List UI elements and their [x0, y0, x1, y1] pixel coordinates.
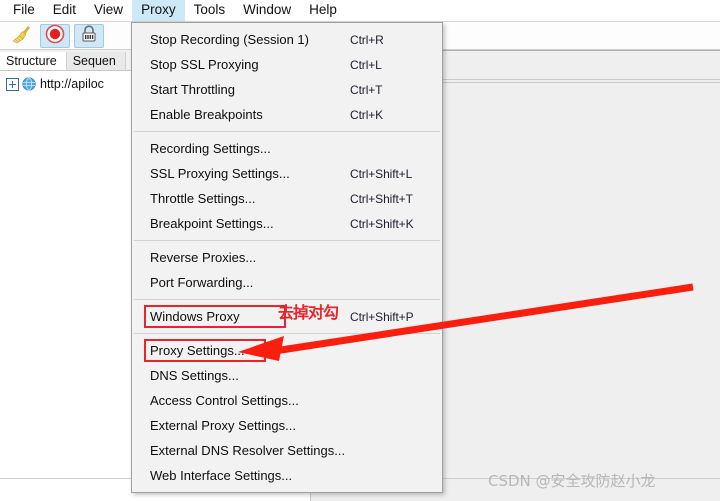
menu-item-label: Start Throttling: [150, 82, 236, 97]
annotation-note: 去掉对勾: [278, 303, 339, 322]
menu-item-label: Recording Settings...: [150, 141, 271, 156]
charles-proxy-window: File Edit View Proxy Tools Window Help S…: [0, 0, 720, 501]
menu-item-shortcut: Ctrl+Shift+P: [350, 309, 414, 324]
menubar-item-edit[interactable]: Edit: [44, 0, 85, 21]
menu-item-label: Proxy Settings...: [150, 343, 245, 358]
menu-item-label: Breakpoint Settings...: [150, 216, 274, 231]
menubar-item-view[interactable]: View: [85, 0, 132, 21]
menu-separator: [134, 131, 440, 132]
tree-item-label: http://apiloc: [40, 77, 104, 91]
menu-item-shortcut: Ctrl+Shift+K: [350, 216, 414, 231]
menu-item-label: External Proxy Settings...: [150, 418, 296, 433]
menu-item-label: Throttle Settings...: [150, 191, 256, 206]
menubar-item-help[interactable]: Help: [300, 0, 346, 21]
expand-plus-icon[interactable]: [6, 77, 19, 91]
menu-item-shortcut: Ctrl+Shift+T: [350, 191, 413, 206]
menu-item-label: Stop Recording (Session 1): [150, 32, 309, 47]
menu-item-dns-settings[interactable]: DNS Settings...: [132, 363, 442, 388]
menu-item-label: SSL Proxying Settings...: [150, 166, 290, 181]
menu-item-stop-ssl-proxying[interactable]: Stop SSL Proxying Ctrl+L: [132, 52, 442, 77]
menu-item-recording-settings[interactable]: Recording Settings...: [132, 136, 442, 161]
menu-item-web-interface-settings[interactable]: Web Interface Settings...: [132, 463, 442, 488]
menu-item-external-proxy-settings[interactable]: External Proxy Settings...: [132, 413, 442, 438]
menu-item-shortcut: Ctrl+K: [350, 107, 384, 122]
menu-item-label: Web Interface Settings...: [150, 468, 293, 483]
broom-clear-button[interactable]: [6, 24, 36, 48]
broom-icon: [10, 24, 32, 47]
globe-icon: [22, 77, 36, 91]
menu-item-label: Stop SSL Proxying: [150, 57, 259, 72]
menubar-item-window[interactable]: Window: [234, 0, 300, 21]
menu-item-breakpoint-settings[interactable]: Breakpoint Settings... Ctrl+Shift+K: [132, 211, 442, 236]
menu-item-shortcut: Ctrl+T: [350, 82, 383, 97]
menu-item-label: Enable Breakpoints: [150, 107, 263, 122]
menu-separator: [134, 240, 440, 241]
menu-item-label: External DNS Resolver Settings...: [150, 443, 346, 458]
menu-item-enable-breakpoints[interactable]: Enable Breakpoints Ctrl+K: [132, 102, 442, 127]
ssl-proxying-button[interactable]: [74, 23, 104, 48]
menu-item-reverse-proxies[interactable]: Reverse Proxies...: [132, 245, 442, 270]
menu-item-label: Windows Proxy: [150, 309, 240, 324]
proxy-dropdown-menu: Stop Recording (Session 1) Ctrl+R Stop S…: [131, 22, 443, 493]
menu-separator: [134, 333, 440, 334]
menu-item-label: Reverse Proxies...: [150, 250, 257, 265]
menu-item-shortcut: Ctrl+Shift+L: [350, 166, 413, 181]
tab-sequence[interactable]: Sequen: [66, 52, 126, 70]
menu-item-external-dns-resolver-settings[interactable]: External DNS Resolver Settings...: [132, 438, 442, 463]
menu-item-label: Port Forwarding...: [150, 275, 254, 290]
menu-item-access-control-settings[interactable]: Access Control Settings...: [132, 388, 442, 413]
menu-item-port-forwarding[interactable]: Port Forwarding...: [132, 270, 442, 295]
menu-item-stop-recording[interactable]: Stop Recording (Session 1) Ctrl+R: [132, 27, 442, 52]
menu-item-throttle-settings[interactable]: Throttle Settings... Ctrl+Shift+T: [132, 186, 442, 211]
menu-item-proxy-settings[interactable]: Proxy Settings...: [144, 338, 442, 363]
menubar-item-proxy[interactable]: Proxy: [132, 0, 185, 21]
tab-structure[interactable]: Structure: [0, 52, 67, 70]
menu-item-ssl-proxying-settings[interactable]: SSL Proxying Settings... Ctrl+Shift+L: [132, 161, 442, 186]
menu-item-label: Access Control Settings...: [150, 393, 299, 408]
menu-item-label: DNS Settings...: [150, 368, 239, 383]
record-button[interactable]: [40, 23, 70, 48]
menu-item-start-throttling[interactable]: Start Throttling Ctrl+T: [132, 77, 442, 102]
menu-item-shortcut: Ctrl+L: [350, 57, 382, 72]
record-icon: [45, 24, 65, 47]
ssl-lock-icon: [80, 24, 98, 47]
watermark: CSDN @安全攻防赵小龙: [488, 472, 656, 490]
menubar-item-file[interactable]: File: [4, 0, 44, 21]
menubar-item-tools[interactable]: Tools: [185, 0, 235, 21]
menu-item-shortcut: Ctrl+R: [350, 32, 384, 47]
menu-bar: File Edit View Proxy Tools Window Help: [0, 0, 720, 22]
